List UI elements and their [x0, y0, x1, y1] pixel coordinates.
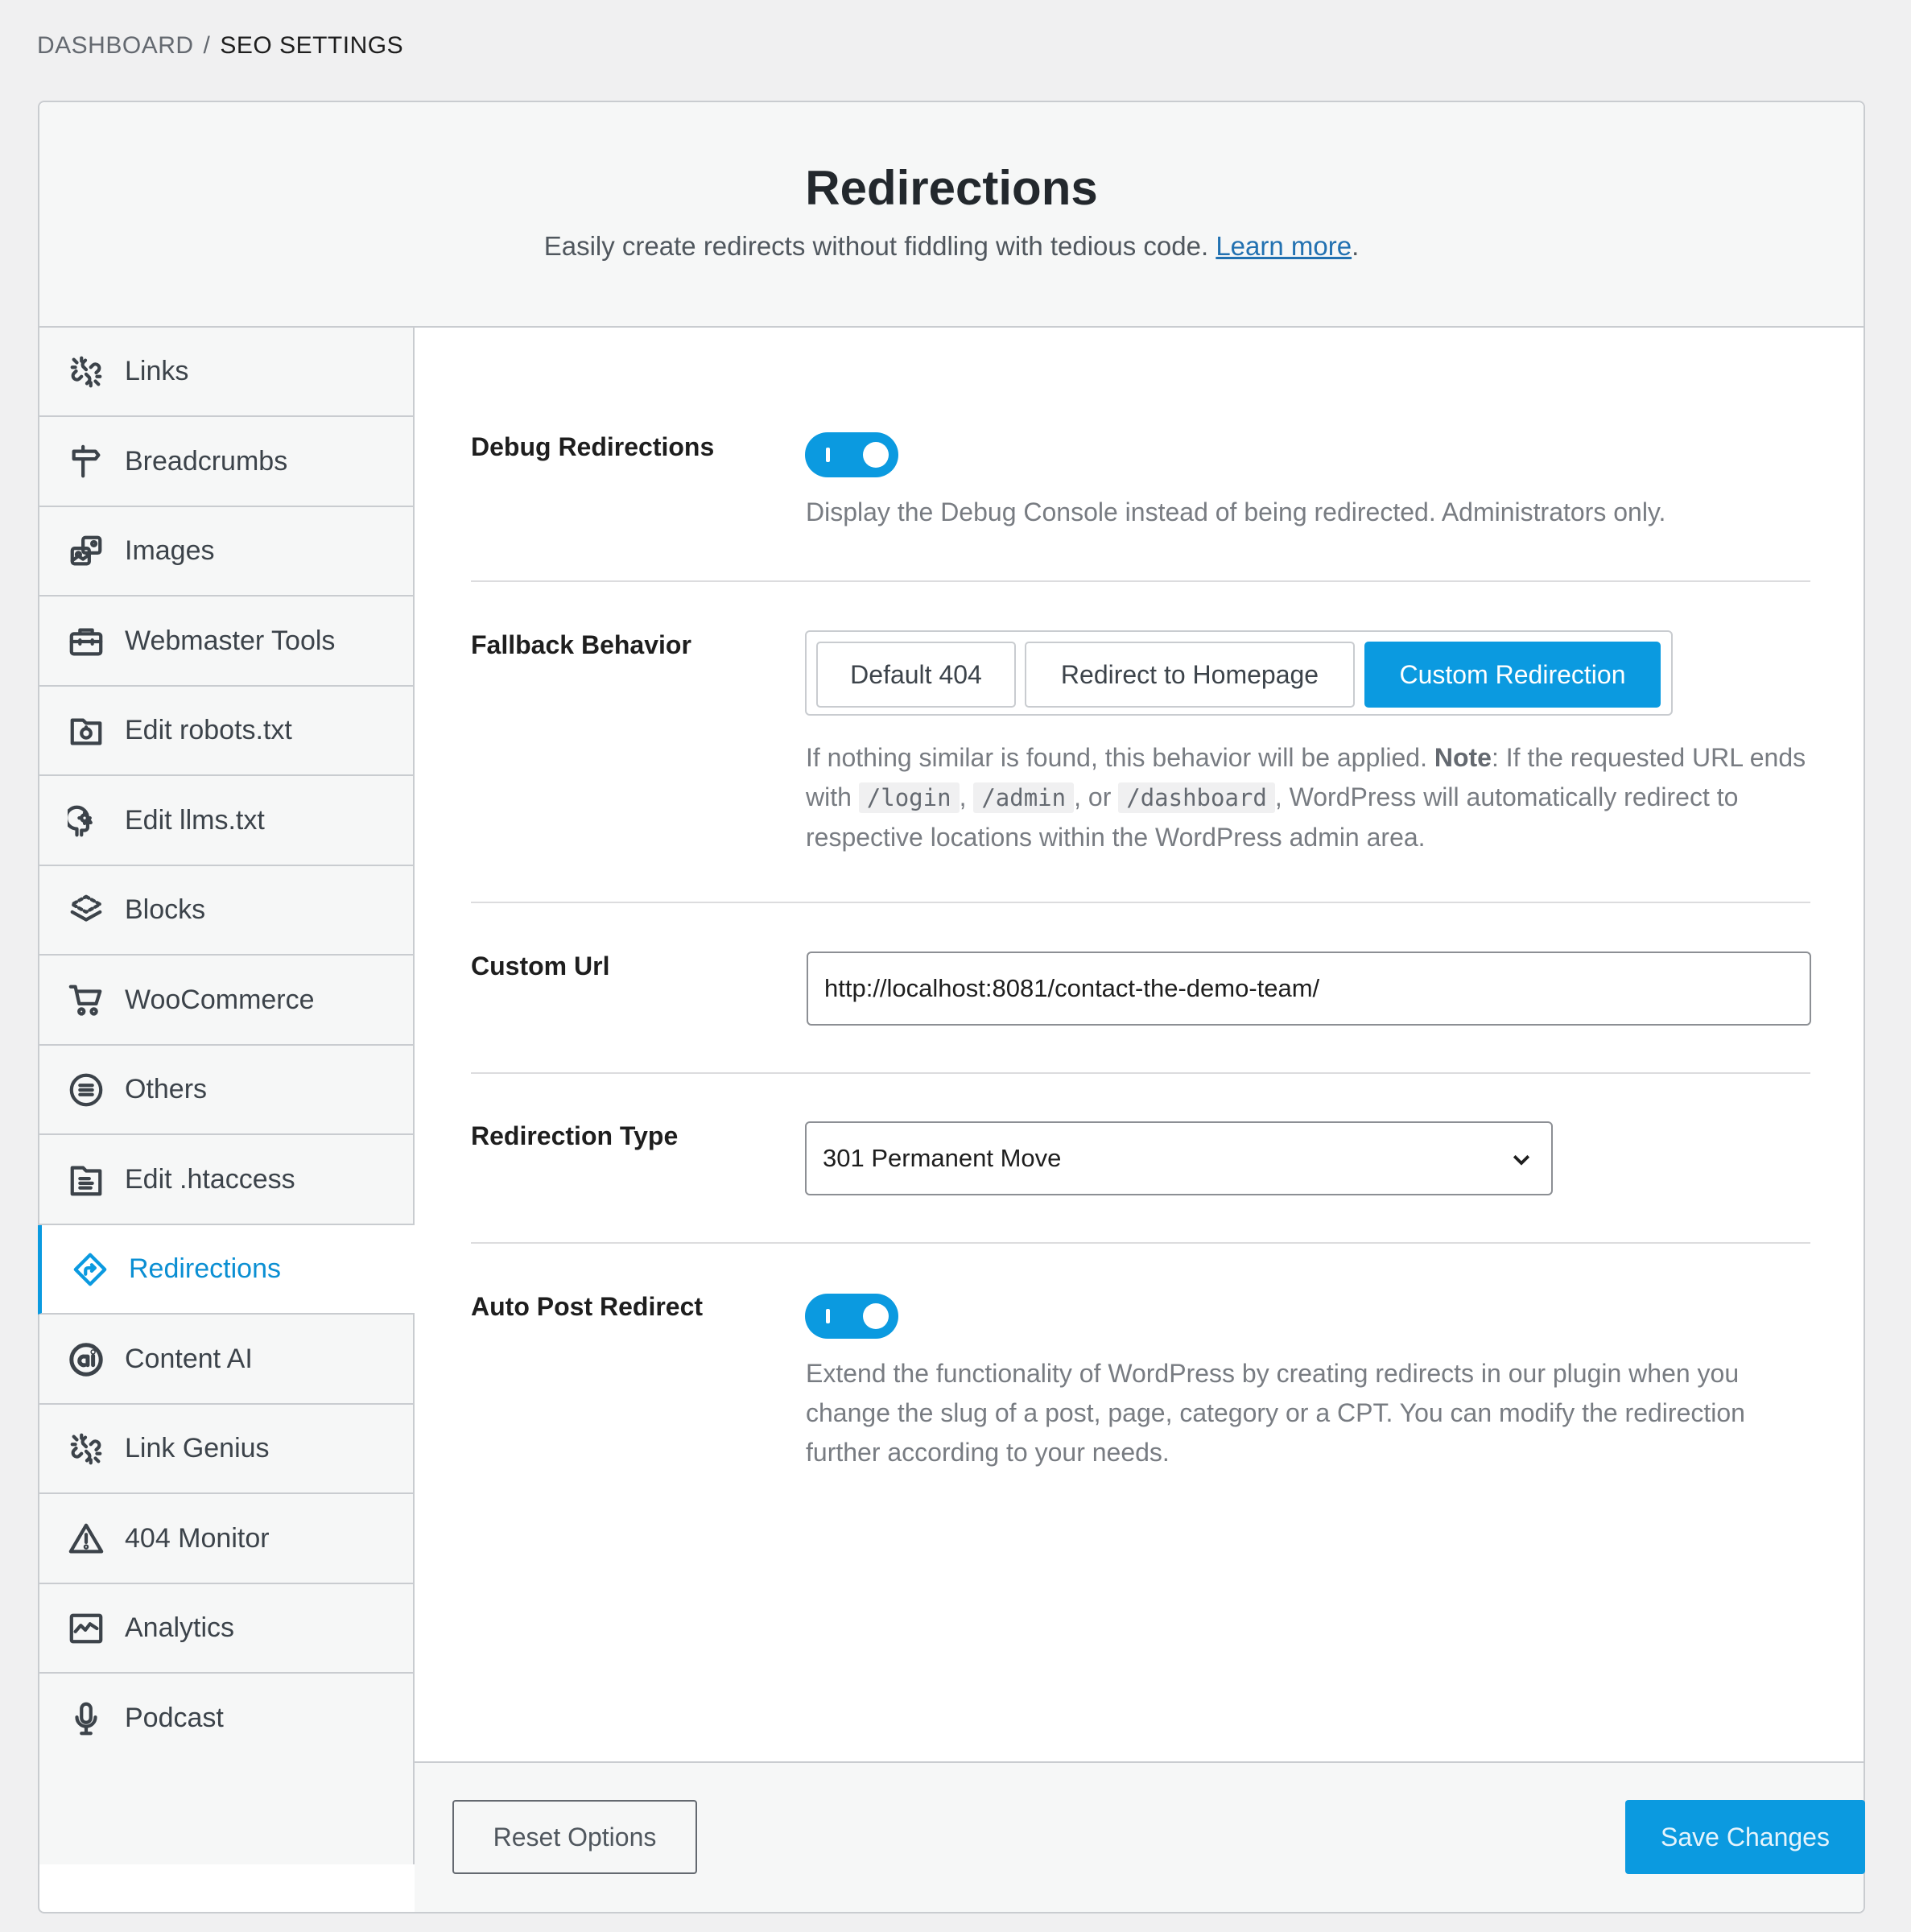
sidebar-item-label: Link Genius [125, 1433, 270, 1463]
sidebar-item-label: Others [125, 1074, 208, 1104]
fallback-option-custom-redirection[interactable]: Custom Redirection [1364, 642, 1661, 708]
sidebar-item-label: WooCommerce [125, 985, 315, 1015]
sidebar-item-link-genius[interactable]: Link Genius [39, 1405, 413, 1494]
page-title: Redirections [805, 161, 1098, 215]
toolbox-icon [67, 622, 105, 661]
description-period: . [1352, 231, 1360, 261]
sidebar-item-label: Images [125, 535, 215, 566]
breadcrumb-dashboard-link[interactable]: DASHBOARD [37, 32, 194, 60]
settings-sidebar: Links Breadcrumbs Images Webmaster Tools… [38, 328, 415, 1864]
redirection-type-select[interactable]: 301 Permanent Move [805, 1121, 1553, 1195]
file-text-icon [67, 1161, 105, 1199]
fallback-help-note: Note [1434, 743, 1492, 772]
code-dashboard: /dashboard [1118, 782, 1275, 813]
sidebar-item-others[interactable]: Others [39, 1046, 413, 1135]
toggle-knob [863, 442, 889, 468]
warning-icon [67, 1520, 105, 1558]
fallback-help-or: , or [1074, 782, 1112, 811]
sidebar-item-edit-robots[interactable]: Edit robots.txt [39, 687, 413, 776]
sidebar-item-label: Content AI [125, 1344, 253, 1374]
toggle-on-indicator [826, 448, 830, 462]
panel-header: Redirections Easily create redirects wit… [39, 102, 1864, 328]
link-broken-icon [67, 353, 105, 391]
code-admin: /admin [973, 782, 1075, 813]
page-description: Easily create redirects without fiddling… [39, 231, 1864, 262]
redirection-type-value: 301 Permanent Move [823, 1144, 1062, 1172]
debug-redirections-help: Display the Debug Console instead of bei… [806, 497, 1666, 526]
code-login: /login [858, 782, 960, 813]
link-genius-icon [67, 1430, 105, 1468]
custom-url-input[interactable] [807, 952, 1811, 1026]
fallback-option-redirect-homepage[interactable]: Redirect to Homepage [1025, 642, 1355, 708]
page-description-text: Easily create redirects without fiddling… [543, 231, 1209, 261]
sidebar-item-label: Redirections [129, 1253, 281, 1284]
sidebar-item-label: Edit .htaccess [125, 1164, 295, 1195]
sidebar-item-redirections[interactable]: Redirections [38, 1225, 415, 1315]
blocks-icon [67, 891, 105, 930]
sidebar-item-blocks[interactable]: Blocks [39, 866, 413, 956]
auto-post-redirect-toggle[interactable] [805, 1294, 898, 1339]
sidebar-item-analytics[interactable]: Analytics [39, 1584, 413, 1674]
debug-redirections-label: Debug Redirections [471, 432, 715, 461]
sidebar-item-images[interactable]: Images [39, 507, 413, 597]
signpost-icon [67, 443, 105, 481]
save-changes-button[interactable]: Save Changes [1625, 1800, 1865, 1874]
ai-head-icon [67, 802, 105, 840]
sidebar-item-label: Edit llms.txt [125, 805, 265, 836]
learn-more-link[interactable]: Learn more [1216, 231, 1352, 261]
analytics-icon [67, 1609, 105, 1648]
divider [471, 580, 1810, 582]
sidebar-item-edit-htaccess[interactable]: Edit .htaccess [39, 1136, 413, 1225]
fallback-behavior-help: If nothing similar is found, this behavi… [806, 738, 1820, 857]
sidebar-item-links[interactable]: Links [39, 328, 413, 417]
sidebar-item-label: Podcast [125, 1703, 224, 1733]
sidebar-item-label: Webmaster Tools [125, 625, 336, 656]
cart-icon [67, 981, 105, 1020]
sidebar-item-label: Breadcrumbs [125, 446, 288, 477]
chevron-down-icon [1509, 1147, 1533, 1171]
breadcrumb: DASHBOARD / SEO SETTINGS [37, 32, 403, 60]
sidebar-item-podcast[interactable]: Podcast [39, 1674, 413, 1763]
debug-redirections-toggle[interactable] [805, 432, 898, 477]
divider [471, 902, 1810, 903]
settings-panel: Redirections Easily create redirects wit… [38, 101, 1865, 1913]
fallback-behavior-segmented-control: Default 404 Redirect to Homepage Custom … [805, 630, 1673, 716]
fallback-help-comma: , [959, 782, 967, 811]
breadcrumb-current: SEO SETTINGS [220, 32, 404, 59]
list-circle-icon [67, 1071, 105, 1109]
sidebar-item-edit-llms[interactable]: Edit llms.txt [39, 777, 413, 866]
fallback-option-default-404[interactable]: Default 404 [816, 642, 1016, 708]
sidebar-item-content-ai[interactable]: Content AI [39, 1315, 413, 1405]
images-icon [67, 532, 105, 571]
redirection-type-label: Redirection Type [471, 1121, 679, 1150]
sidebar-item-woocommerce[interactable]: WooCommerce [39, 956, 413, 1046]
microphone-icon [67, 1699, 105, 1738]
divider [471, 1072, 1810, 1074]
sidebar-item-webmaster-tools[interactable]: Webmaster Tools [39, 597, 413, 687]
sidebar-item-breadcrumbs[interactable]: Breadcrumbs [39, 418, 413, 507]
sidebar-item-label: Blocks [125, 894, 206, 925]
fallback-help-text: If nothing similar is found, this behavi… [806, 743, 1427, 772]
toggle-knob [863, 1303, 889, 1329]
divider [471, 1242, 1810, 1244]
sidebar-item-label: Links [125, 356, 189, 386]
auto-post-redirect-help: Extend the functionality of WordPress by… [806, 1359, 1745, 1467]
sidebar-item-label: Analytics [125, 1612, 235, 1643]
sidebar-item-label: 404 Monitor [125, 1523, 270, 1554]
robots-file-icon [67, 712, 105, 750]
redirect-icon [71, 1250, 109, 1289]
panel-footer: Reset Options Save Changes [415, 1761, 1865, 1912]
toggle-on-indicator [826, 1309, 830, 1323]
sidebar-item-404-monitor[interactable]: 404 Monitor [39, 1495, 413, 1584]
sidebar-item-label: Edit robots.txt [125, 715, 292, 745]
breadcrumb-separator: / [203, 32, 211, 59]
content-ai-icon [67, 1340, 105, 1379]
auto-post-redirect-label: Auto Post Redirect [471, 1292, 704, 1321]
reset-options-button[interactable]: Reset Options [452, 1800, 697, 1874]
fallback-behavior-label: Fallback Behavior [471, 630, 691, 659]
custom-url-label: Custom Url [471, 952, 610, 980]
